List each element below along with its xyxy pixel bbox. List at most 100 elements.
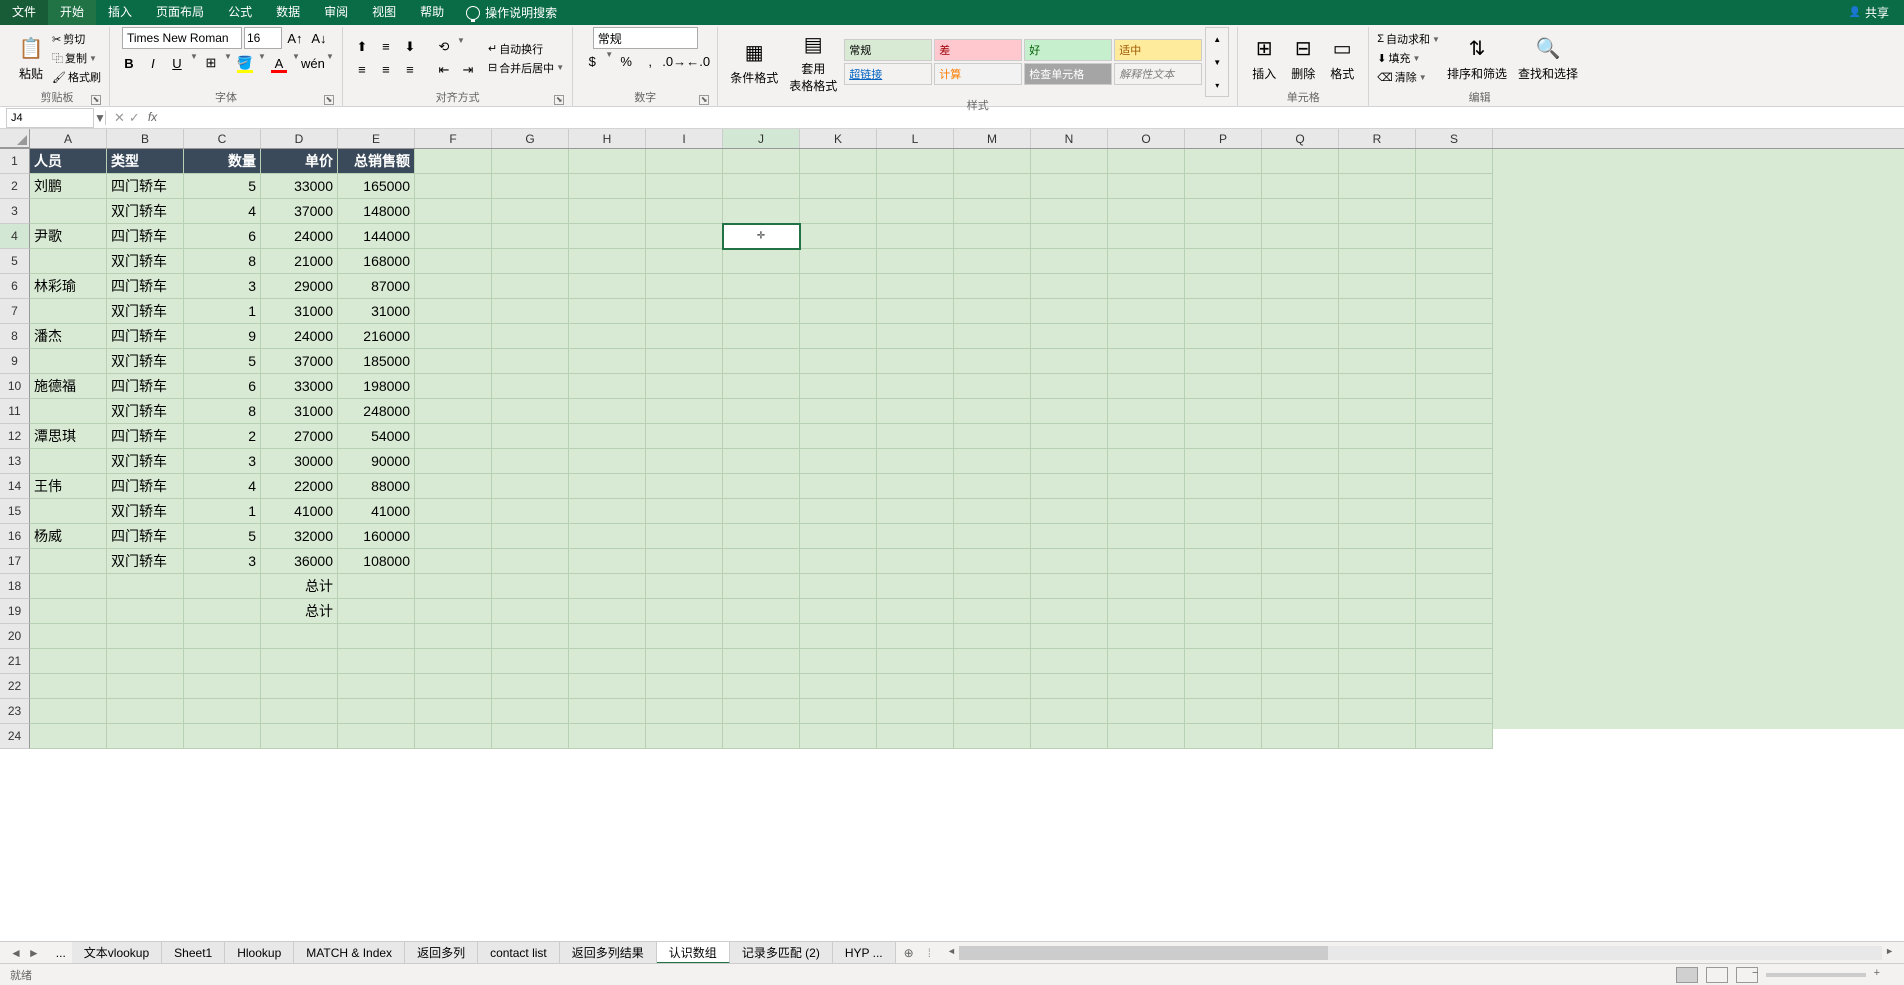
cell-R16[interactable]	[1339, 524, 1416, 549]
cell-P12[interactable]	[1185, 424, 1262, 449]
cell-K3[interactable]	[800, 199, 877, 224]
cell-K9[interactable]	[800, 349, 877, 374]
cell-F8[interactable]	[415, 324, 492, 349]
sheet-tab[interactable]: 返回多列结果	[560, 942, 657, 964]
font-color-button[interactable]: A	[268, 52, 290, 74]
cell-L24[interactable]	[877, 724, 954, 749]
cell-Q14[interactable]	[1262, 474, 1339, 499]
cell-P8[interactable]	[1185, 324, 1262, 349]
cell-H24[interactable]	[569, 724, 646, 749]
tab-view[interactable]: 视图	[360, 0, 408, 25]
cell-C4[interactable]: 6	[184, 224, 261, 249]
cell-O21[interactable]	[1108, 649, 1185, 674]
cell-L18[interactable]	[877, 574, 954, 599]
cell-B24[interactable]	[107, 724, 184, 749]
number-expand[interactable]: ⬊	[699, 95, 709, 105]
cell-R10[interactable]	[1339, 374, 1416, 399]
row-header-16[interactable]: 16	[0, 524, 30, 549]
cell-D23[interactable]	[261, 699, 338, 724]
cell-C18[interactable]	[184, 574, 261, 599]
cell-H13[interactable]	[569, 449, 646, 474]
cell-S17[interactable]	[1416, 549, 1493, 574]
font-size-input[interactable]	[244, 27, 282, 49]
cell-P9[interactable]	[1185, 349, 1262, 374]
cell-P4[interactable]	[1185, 224, 1262, 249]
cell-I9[interactable]	[646, 349, 723, 374]
align-left-button[interactable]: ≡	[351, 59, 373, 81]
cell-F22[interactable]	[415, 674, 492, 699]
cell-F10[interactable]	[415, 374, 492, 399]
cell-E1[interactable]: 总销售额	[338, 149, 415, 174]
cell-G24[interactable]	[492, 724, 569, 749]
cell-K13[interactable]	[800, 449, 877, 474]
cell-E12[interactable]: 54000	[338, 424, 415, 449]
cell-R24[interactable]	[1339, 724, 1416, 749]
cell-L20[interactable]	[877, 624, 954, 649]
cell-H4[interactable]	[569, 224, 646, 249]
cell-N22[interactable]	[1031, 674, 1108, 699]
cell-L17[interactable]	[877, 549, 954, 574]
cell-J18[interactable]	[723, 574, 800, 599]
cell-D22[interactable]	[261, 674, 338, 699]
cell-B8[interactable]: 四门轿车	[107, 324, 184, 349]
cell-I22[interactable]	[646, 674, 723, 699]
cell-Q11[interactable]	[1262, 399, 1339, 424]
cell-S21[interactable]	[1416, 649, 1493, 674]
cell-J1[interactable]	[723, 149, 800, 174]
cell-D14[interactable]: 22000	[261, 474, 338, 499]
cell-L3[interactable]	[877, 199, 954, 224]
cell-Q3[interactable]	[1262, 199, 1339, 224]
cell-C8[interactable]: 9	[184, 324, 261, 349]
cell-F6[interactable]	[415, 274, 492, 299]
cell-F18[interactable]	[415, 574, 492, 599]
cell-O18[interactable]	[1108, 574, 1185, 599]
column-header-H[interactable]: H	[569, 129, 646, 148]
cell-I13[interactable]	[646, 449, 723, 474]
horizontal-scrollbar[interactable]	[959, 946, 1882, 960]
cell-F20[interactable]	[415, 624, 492, 649]
cell-M5[interactable]	[954, 249, 1031, 274]
cell-R15[interactable]	[1339, 499, 1416, 524]
cell-G2[interactable]	[492, 174, 569, 199]
cell-B7[interactable]: 双门轿车	[107, 299, 184, 324]
accept-formula-button[interactable]: ✓	[129, 110, 140, 126]
cell-L8[interactable]	[877, 324, 954, 349]
sheet-nav-next[interactable]: ►	[28, 946, 40, 960]
cell-N23[interactable]	[1031, 699, 1108, 724]
name-box[interactable]	[6, 108, 94, 128]
cell-G22[interactable]	[492, 674, 569, 699]
cell-N20[interactable]	[1031, 624, 1108, 649]
cell-Q1[interactable]	[1262, 149, 1339, 174]
cell-L13[interactable]	[877, 449, 954, 474]
cell-R1[interactable]	[1339, 149, 1416, 174]
cell-A4[interactable]: 尹歌	[30, 224, 107, 249]
cell-N21[interactable]	[1031, 649, 1108, 674]
row-header-4[interactable]: 4	[0, 224, 30, 249]
tab-file[interactable]: 文件	[0, 0, 48, 25]
cell-B19[interactable]	[107, 599, 184, 624]
cell-N14[interactable]	[1031, 474, 1108, 499]
cell-N18[interactable]	[1031, 574, 1108, 599]
row-header-10[interactable]: 10	[0, 374, 30, 399]
cell-M2[interactable]	[954, 174, 1031, 199]
paste-button[interactable]: 📋 粘贴	[13, 33, 49, 84]
cell-S6[interactable]	[1416, 274, 1493, 299]
cell-J19[interactable]	[723, 599, 800, 624]
cell-O10[interactable]	[1108, 374, 1185, 399]
cell-B10[interactable]: 四门轿车	[107, 374, 184, 399]
column-header-K[interactable]: K	[800, 129, 877, 148]
cell-P20[interactable]	[1185, 624, 1262, 649]
cell-M12[interactable]	[954, 424, 1031, 449]
cell-Q8[interactable]	[1262, 324, 1339, 349]
cell-A15[interactable]	[30, 499, 107, 524]
cell-E11[interactable]: 248000	[338, 399, 415, 424]
cell-O2[interactable]	[1108, 174, 1185, 199]
cell-H20[interactable]	[569, 624, 646, 649]
cell-N10[interactable]	[1031, 374, 1108, 399]
format-cells-button[interactable]: ▭格式	[1324, 33, 1360, 84]
cell-I3[interactable]	[646, 199, 723, 224]
cell-D24[interactable]	[261, 724, 338, 749]
cell-E8[interactable]: 216000	[338, 324, 415, 349]
copy-button[interactable]: ⿻复制▼	[52, 49, 101, 67]
cell-styles-gallery[interactable]: 常规 差 好 适中 超链接 计算 检查单元格 解释性文本	[844, 39, 1202, 85]
